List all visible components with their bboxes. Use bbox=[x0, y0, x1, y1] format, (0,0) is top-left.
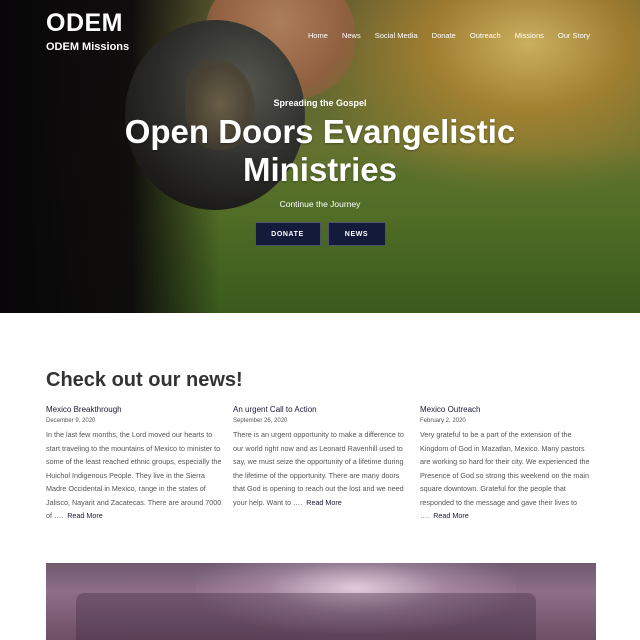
nav-item-outreach[interactable]: Outreach bbox=[470, 31, 501, 40]
news-button[interactable]: NEWS bbox=[327, 222, 386, 246]
news-post: Mexico Breakthrough December 9, 2020 In … bbox=[46, 405, 222, 523]
featured-image-shape bbox=[76, 593, 536, 640]
nav-item-our-story[interactable]: Our Story bbox=[558, 31, 590, 40]
hero-kicker: Spreading the Gospel bbox=[273, 98, 367, 108]
news-post: An urgent Call to Action September 26, 2… bbox=[233, 405, 409, 523]
post-title-link[interactable]: Mexico Outreach bbox=[420, 405, 596, 414]
hero-title-line1: Open Doors Evangelistic bbox=[124, 113, 516, 150]
read-more-link[interactable]: Read More bbox=[67, 511, 103, 520]
nav-item-home[interactable]: Home bbox=[308, 31, 328, 40]
nav-item-news[interactable]: News bbox=[342, 31, 361, 40]
donate-button[interactable]: DONATE bbox=[254, 222, 321, 246]
post-date: February 2, 2020 bbox=[420, 418, 466, 424]
hero-title-line2: Ministries bbox=[242, 151, 398, 188]
post-excerpt: There is an urgent opportunity to make a… bbox=[233, 428, 409, 509]
nav-item-donate[interactable]: Donate bbox=[432, 31, 456, 40]
post-excerpt: In the last few months, the Lord moved o… bbox=[46, 428, 222, 523]
read-more-link[interactable]: Read More bbox=[306, 498, 342, 507]
hero-content: Spreading the Gospel Open Doors Evangeli… bbox=[0, 98, 640, 209]
site-brand[interactable]: ODEM ODEM Missions bbox=[46, 9, 129, 53]
news-heading: Check out our news! bbox=[46, 369, 243, 391]
news-post: Mexico Outreach February 2, 2020 Very gr… bbox=[420, 405, 596, 523]
news-posts: Mexico Breakthrough December 9, 2020 In … bbox=[46, 405, 596, 523]
hero-title: Open Doors Evangelistic Ministries bbox=[0, 113, 640, 189]
post-date: December 9, 2020 bbox=[46, 418, 96, 424]
featured-image bbox=[46, 563, 596, 640]
post-excerpt: Very grateful to be a part of the extens… bbox=[420, 428, 596, 523]
post-title-link[interactable]: An urgent Call to Action bbox=[233, 405, 409, 414]
site-logo[interactable]: ODEM bbox=[46, 9, 129, 38]
read-more-link[interactable]: Read More bbox=[433, 511, 469, 520]
post-excerpt-text: Very grateful to be a part of the extens… bbox=[420, 430, 590, 520]
hero-tagline: Continue the Journey bbox=[279, 199, 361, 209]
hero-section: ODEM ODEM Missions Home News Social Medi… bbox=[0, 0, 640, 313]
nav-item-social-media[interactable]: Social Media bbox=[375, 31, 418, 40]
hero-buttons: DONATE NEWS bbox=[0, 222, 640, 246]
post-excerpt-text: There is an urgent opportunity to make a… bbox=[233, 430, 404, 507]
post-title-link[interactable]: Mexico Breakthrough bbox=[46, 405, 222, 414]
post-date: September 26, 2020 bbox=[233, 418, 288, 424]
nav-item-missions[interactable]: Missions bbox=[515, 31, 544, 40]
post-excerpt-text: In the last few months, the Lord moved o… bbox=[46, 430, 222, 520]
site-subtitle[interactable]: ODEM Missions bbox=[46, 41, 129, 53]
main-nav: Home News Social Media Donate Outreach M… bbox=[294, 31, 590, 40]
